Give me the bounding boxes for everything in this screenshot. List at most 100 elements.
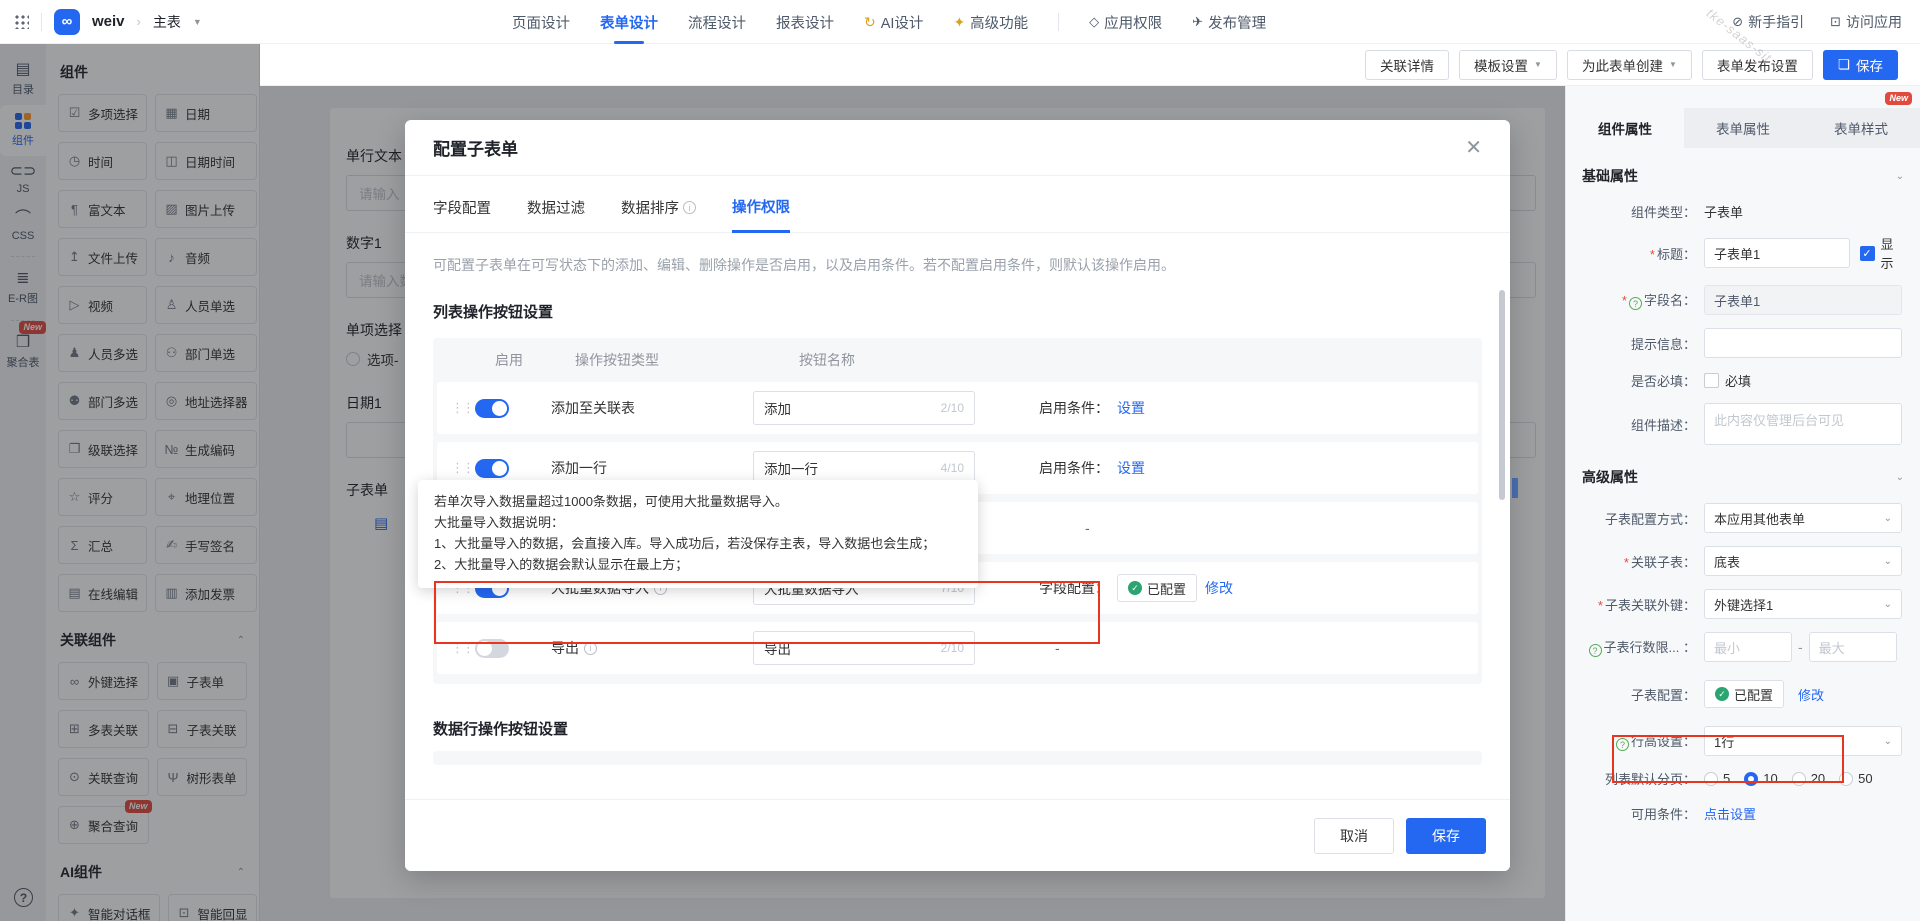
paper-plane-icon: ✈ bbox=[1192, 14, 1203, 30]
description-textarea[interactable]: 此内容仅管理后台可见 bbox=[1704, 403, 1902, 445]
show-checkbox[interactable]: ✓ bbox=[1860, 246, 1875, 261]
button-name-input[interactable]: 导出2/10 bbox=[753, 631, 975, 665]
required-asterisk: * bbox=[1650, 247, 1655, 262]
pagination-option-5[interactable]: 5 bbox=[1704, 771, 1730, 786]
tab-flow-design[interactable]: 流程设计 bbox=[688, 0, 746, 44]
condition-label: 可用条件： bbox=[1580, 804, 1696, 823]
tab-field-config[interactable]: 字段配置 bbox=[433, 196, 491, 232]
rowheight-label: ?行高设置： bbox=[1580, 731, 1696, 752]
tab-publish-management[interactable]: ✈发布管理 bbox=[1192, 0, 1266, 44]
rows-max-input[interactable]: 最大 bbox=[1809, 632, 1897, 662]
required-checkbox[interactable] bbox=[1704, 373, 1719, 388]
help-circle-icon[interactable]: ? bbox=[1616, 738, 1629, 751]
shield-icon: ◇ bbox=[1089, 14, 1099, 30]
drag-handle-icon[interactable]: ⋮⋮ bbox=[451, 400, 467, 416]
subtable-label: *关联子表： bbox=[1580, 552, 1696, 571]
divider bbox=[1058, 13, 1059, 31]
visit-app-button[interactable]: ⊡访问应用 bbox=[1830, 0, 1902, 44]
required-asterisk: * bbox=[1598, 598, 1603, 613]
modify-link[interactable]: 修改 bbox=[1205, 578, 1233, 598]
operation-type: 导出 bbox=[551, 638, 579, 658]
save-button[interactable]: ❏保存 bbox=[1823, 50, 1898, 80]
enable-toggle-on[interactable] bbox=[475, 399, 509, 418]
tab-operation-permission[interactable]: 操作权限 bbox=[732, 196, 790, 233]
form-publish-setting-button[interactable]: 表单发布设置 bbox=[1702, 50, 1813, 80]
enable-toggle-on[interactable] bbox=[475, 459, 509, 478]
configured-button[interactable]: ✓已配置 bbox=[1117, 574, 1197, 602]
required-label: 是否必填： bbox=[1580, 371, 1696, 390]
bulk-import-tooltip: 若单次导入数据量超过1000条数据，可使用大批量数据导入。 大批量导入数据说明：… bbox=[418, 480, 978, 588]
tab-page-design[interactable]: 页面设计 bbox=[512, 0, 570, 44]
ai-sparkle-icon: ↻ bbox=[864, 14, 876, 31]
subconfig-configured-button[interactable]: ✓已配置 bbox=[1704, 680, 1784, 708]
drag-handle-icon[interactable]: ⋮⋮ bbox=[451, 640, 467, 656]
pagination-label: 列表默认分页： bbox=[1580, 769, 1696, 788]
chevron-down-icon[interactable]: ⌄ bbox=[1896, 171, 1904, 182]
tab-report-design[interactable]: 报表设计 bbox=[776, 0, 834, 44]
chevron-down-icon: ▼ bbox=[1534, 60, 1542, 69]
show-label: 显示 bbox=[1881, 234, 1907, 272]
tab-form-design[interactable]: 表单设计 bbox=[600, 0, 658, 44]
rows-min-input[interactable]: 最小 bbox=[1704, 632, 1792, 662]
required-asterisk: * bbox=[1622, 293, 1627, 308]
breadcrumb-caret-icon[interactable]: ▼ bbox=[193, 17, 202, 27]
beginner-guide-button[interactable]: ⊘新手指引 bbox=[1732, 0, 1804, 44]
template-setting-button[interactable]: 模板设置▼ bbox=[1459, 50, 1557, 80]
tab-data-filter[interactable]: 数据过滤 bbox=[527, 196, 585, 232]
condition-label: 启用条件： bbox=[1039, 398, 1109, 418]
condition-set-link[interactable]: 点击设置 bbox=[1704, 804, 1756, 823]
tab-component-props[interactable]: 组件属性 bbox=[1566, 108, 1684, 148]
breadcrumb-table[interactable]: 主表 bbox=[153, 12, 181, 32]
cancel-button[interactable]: 取消 bbox=[1314, 818, 1394, 854]
help-circle-icon[interactable]: ? bbox=[1589, 644, 1602, 657]
tab-form-style[interactable]: 表单样式 bbox=[1802, 108, 1920, 148]
foreign-key-select[interactable]: 外键选择1⌄ bbox=[1704, 589, 1902, 619]
button-name-input[interactable]: 添加2/10 bbox=[753, 391, 975, 425]
app-grid-icon[interactable] bbox=[14, 14, 29, 29]
pagination-option-50[interactable]: 50 bbox=[1839, 771, 1872, 786]
relation-detail-button[interactable]: 关联详情 bbox=[1365, 50, 1449, 80]
modal-scrollbar[interactable] bbox=[1499, 290, 1505, 500]
config-mode-select[interactable]: 本应用其他表单⌄ bbox=[1704, 503, 1902, 533]
app-logo[interactable]: ∞ bbox=[54, 9, 80, 35]
title-input[interactable]: 子表单1 bbox=[1704, 238, 1850, 268]
close-icon[interactable]: ✕ bbox=[1465, 138, 1482, 158]
hint-input[interactable] bbox=[1704, 328, 1902, 358]
pagination-option-10[interactable]: 10 bbox=[1744, 771, 1777, 786]
pagination-option-20[interactable]: 20 bbox=[1792, 771, 1825, 786]
tab-app-permission[interactable]: ◇应用权限 bbox=[1089, 0, 1162, 44]
drag-handle-icon[interactable]: ⋮⋮ bbox=[451, 460, 467, 476]
chevron-down-icon[interactable]: ⌄ bbox=[1896, 472, 1904, 483]
no-condition-dash: - bbox=[1055, 640, 1060, 656]
foreign-key-label: *子表关联外键： bbox=[1580, 595, 1696, 614]
subconfig-label: 子表配置： bbox=[1580, 685, 1696, 704]
subconfig-modify-link[interactable]: 修改 bbox=[1798, 685, 1824, 704]
component-type-label: 组件类型： bbox=[1580, 202, 1696, 221]
tab-form-props[interactable]: 表单属性 bbox=[1684, 108, 1802, 148]
tab-data-sort[interactable]: 数据排序i bbox=[621, 196, 696, 232]
fieldname-input: 子表单1 bbox=[1704, 285, 1902, 315]
table-row-add-to-relation: ⋮⋮ 添加至关联表 添加2/10 启用条件：设置 bbox=[437, 382, 1478, 434]
condition-label: 启用条件： bbox=[1039, 458, 1109, 478]
pagination-radio-group: 5 10 20 50 bbox=[1704, 771, 1881, 786]
rows-limit-label: ?子表行数限... ： bbox=[1580, 637, 1696, 658]
check-circle-icon: ✓ bbox=[1128, 581, 1142, 595]
modal-description: 可配置子表单在可写状态下的添加、编辑、删除操作是否启用，以及启用条件。若不配置启… bbox=[433, 255, 1482, 275]
tab-advanced-features[interactable]: ✦高级功能 bbox=[953, 0, 1028, 44]
compass-icon: ⊘ bbox=[1732, 14, 1743, 30]
help-circle-icon[interactable]: ? bbox=[1629, 297, 1642, 310]
create-for-form-button[interactable]: 为此表单创建▼ bbox=[1567, 50, 1692, 80]
char-count: 4/10 bbox=[941, 461, 964, 475]
condition-set-link[interactable]: 设置 bbox=[1117, 458, 1145, 478]
required-asterisk: * bbox=[1624, 555, 1629, 570]
info-icon[interactable]: i bbox=[584, 642, 597, 655]
rowheight-select[interactable]: 1行⌄ bbox=[1704, 726, 1902, 756]
condition-set-link[interactable]: 设置 bbox=[1117, 398, 1145, 418]
modal-save-button[interactable]: 保存 bbox=[1406, 818, 1486, 854]
modal-tabs: 字段配置 数据过滤 数据排序i 操作权限 bbox=[405, 176, 1510, 233]
tab-ai-design[interactable]: ↻AI设计 bbox=[864, 0, 923, 44]
subtable-select[interactable]: 底表⌄ bbox=[1704, 546, 1902, 576]
range-dash: - bbox=[1798, 639, 1803, 655]
chevron-down-icon: ⌄ bbox=[1884, 556, 1892, 567]
enable-toggle-off[interactable] bbox=[475, 639, 509, 658]
